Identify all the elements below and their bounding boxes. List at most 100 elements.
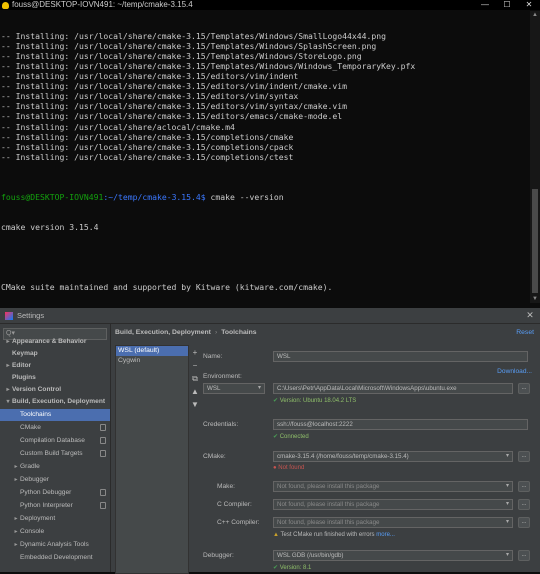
nav-item-compilation-database[interactable]: Compilation Database: [0, 435, 110, 447]
environment-status: ✔ Version: Ubuntu 18.04.2 LTS: [273, 397, 356, 404]
chevron-right-icon[interactable]: ▸: [12, 475, 20, 487]
copy-icon[interactable]: ⧉: [189, 372, 201, 385]
close-icon[interactable]: ✕: [520, 310, 540, 321]
nav-item-cmake[interactable]: CMake: [0, 422, 110, 434]
make-select[interactable]: Not found, please install this package: [273, 481, 513, 492]
environment-browse-button[interactable]: ...: [518, 383, 530, 394]
command-text: cmake --version: [205, 191, 284, 202]
nav-item-build-execution-deployment[interactable]: ▾ Build, Execution, Deployment: [0, 396, 110, 408]
nav-item-label: Gradle: [20, 463, 40, 470]
c-compiler-select[interactable]: Not found, please install this package: [273, 499, 513, 510]
scroll-up-icon[interactable]: ▲: [531, 11, 539, 19]
move-down-icon[interactable]: ▼: [189, 398, 201, 411]
install-line: -- Installing: /usr/local/share/cmake-3.…: [1, 61, 416, 72]
clion-app-icon: [5, 311, 13, 320]
cpp-compiler-browse-button[interactable]: ...: [518, 517, 530, 528]
download-link[interactable]: Download...: [497, 368, 532, 375]
terminal-titlebar: fouss@DESKTOP-IOVN491: ~/temp/cmake-3.15…: [0, 0, 540, 10]
maximize-button[interactable]: ☐: [496, 0, 518, 10]
cmake-status: ● Not found: [273, 465, 304, 471]
chevron-right-icon[interactable]: ▸: [12, 462, 20, 474]
nav-item-label: Plugins: [12, 374, 36, 381]
nav-item-label: Toolchains: [20, 411, 52, 418]
install-line: -- Installing: /usr/local/share/aclocal/…: [1, 121, 235, 132]
nav-item-toolchains[interactable]: Toolchains: [0, 409, 110, 421]
remove-icon[interactable]: −: [189, 359, 201, 372]
name-label: Name:: [203, 353, 223, 360]
install-line: -- Installing: /usr/local/share/cmake-3.…: [1, 151, 294, 162]
cpp-compiler-select[interactable]: Not found, please install this package: [273, 517, 513, 528]
name-field[interactable]: WSL: [273, 351, 528, 362]
nav-item-plugins[interactable]: Plugins: [0, 372, 110, 384]
install-line: -- Installing: /usr/local/share/cmake-3.…: [1, 111, 343, 122]
nav-item-version-control[interactable]: ▸ Version Control: [0, 384, 110, 396]
nav-item-label: Python Interpreter: [20, 502, 73, 509]
cmake-browse-button[interactable]: ...: [518, 451, 530, 462]
nav-item-label: Editor: [12, 362, 32, 369]
nav-item-console[interactable]: ▸ Console: [0, 526, 110, 538]
make-browse-button[interactable]: ...: [518, 481, 530, 492]
install-line: -- Installing: /usr/local/share/cmake-3.…: [1, 141, 294, 152]
make-label: Make:: [217, 483, 235, 490]
more-link[interactable]: more...: [376, 532, 395, 538]
settings-content: Build, Execution, Deployment › Toolchains …: [111, 324, 540, 574]
debugger-select[interactable]: WSL GDB (/usr/bin/gdb): [273, 550, 513, 561]
nav-item-deployment[interactable]: ▸ Deployment: [0, 513, 110, 525]
nav-item-keymap[interactable]: Keymap: [0, 348, 110, 360]
chevron-right-icon[interactable]: ▸: [4, 361, 12, 373]
scroll-down-icon[interactable]: ▼: [531, 295, 539, 303]
penguin-icon: [2, 1, 9, 9]
c-compiler-browse-button[interactable]: ...: [518, 499, 530, 510]
chevron-right-icon[interactable]: ▸: [12, 514, 20, 526]
breadcrumb-parent[interactable]: Build, Execution, Deployment: [115, 329, 211, 336]
nav-item-label: Custom Build Targets: [20, 450, 83, 457]
breadcrumb-separator: ›: [214, 329, 218, 336]
nav-item-gradle[interactable]: ▸ Gradle: [0, 461, 110, 473]
environment-path-field[interactable]: C:\Users\Petr\AppData\Local\Microsoft\Wi…: [273, 383, 513, 394]
install-line: -- Installing: /usr/local/share/cmake-3.…: [1, 81, 347, 92]
minimize-button[interactable]: —: [474, 0, 496, 10]
credentials-field[interactable]: ssh://fouss@localhost:2222: [273, 419, 528, 430]
debugger-status: ✔ Version: 8.1: [273, 564, 311, 571]
environment-label: Environment:: [203, 373, 242, 380]
toolchain-item[interactable]: Cygwin: [116, 356, 188, 366]
settings-nav: Q▾ ▸ Appearance & Behavior Keymap ▸ Editor Pl…: [0, 324, 111, 572]
nav-item-editor[interactable]: ▸ Editor: [0, 360, 110, 372]
nav-item-python-debugger[interactable]: Python Debugger: [0, 487, 110, 499]
cpp-compiler-label: C++ Compiler:: [217, 519, 260, 526]
nav-item-appearance-behavior[interactable]: ▸ Appearance & Behavior: [0, 336, 110, 348]
nav-item-label: CMake: [20, 424, 41, 431]
debugger-status-text: Version: 8.1: [279, 565, 312, 571]
chevron-right-icon[interactable]: ▸: [4, 337, 12, 349]
chevron-down-icon[interactable]: ▾: [4, 397, 12, 409]
nav-item-label: Dynamic Analysis Tools: [20, 541, 89, 548]
install-line: -- Installing: /usr/local/share/cmake-3.…: [1, 131, 294, 142]
nav-item-label: Keymap: [12, 350, 38, 357]
chevron-right-icon[interactable]: ▸: [12, 527, 20, 539]
scrollbar-thumb[interactable]: [532, 189, 538, 293]
toolchain-form: Name: WSL Environment: Download... WSL C…: [203, 345, 538, 572]
close-button[interactable]: ✕: [518, 0, 540, 10]
reset-link[interactable]: Reset: [516, 324, 534, 342]
terminal-output[interactable]: -- Installing: /usr/local/share/cmake-3.…: [1, 11, 529, 303]
chevron-right-icon[interactable]: ▸: [12, 540, 20, 552]
install-line: -- Installing: /usr/local/share/cmake-3.…: [1, 71, 299, 82]
cmake-select[interactable]: cmake-3.15.4 (/home/fouss/temp/cmake-3.1…: [273, 451, 513, 462]
nav-item-dynamic-analysis-tools[interactable]: ▸ Dynamic Analysis Tools: [0, 539, 110, 551]
move-up-icon[interactable]: ▲: [189, 385, 201, 398]
terminal-scrollbar[interactable]: ▲ ▼: [530, 11, 540, 303]
chevron-right-icon[interactable]: ▸: [4, 385, 12, 397]
test-status: ▲ Test CMake run finished with errors mo…: [273, 532, 395, 538]
nav-item-python-interpreter[interactable]: Python Interpreter: [0, 500, 110, 512]
install-line: -- Installing: /usr/local/share/cmake-3.…: [1, 91, 299, 102]
nav-item-embedded-development[interactable]: Embedded Development: [0, 552, 110, 564]
prompt-line: fouss@DESKTOP-IOVN491:~/temp/cmake-3.15.…: [1, 192, 529, 202]
nav-item-debugger[interactable]: ▸ Debugger: [0, 474, 110, 486]
environment-type-select[interactable]: WSL: [203, 383, 265, 394]
add-icon[interactable]: +: [189, 346, 201, 359]
toolchain-item[interactable]: WSL (default): [116, 346, 188, 356]
project-scope-icon: [100, 502, 106, 509]
breadcrumb: Build, Execution, Deployment › Toolchains …: [111, 324, 540, 342]
nav-item-custom-build-targets[interactable]: Custom Build Targets: [0, 448, 110, 460]
debugger-browse-button[interactable]: ...: [518, 550, 530, 561]
